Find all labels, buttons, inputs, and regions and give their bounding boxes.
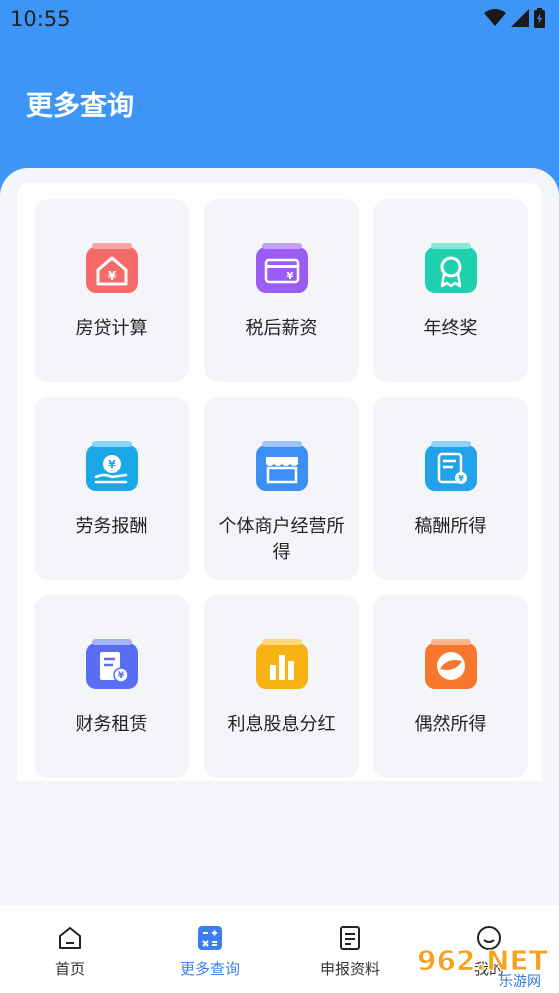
card-label: 劳务报酬 <box>75 516 148 537</box>
watermark-subtext: 乐游网 <box>499 974 541 990</box>
svg-text:¥: ¥ <box>458 474 464 483</box>
document-icon <box>340 926 360 950</box>
document-yuan-icon: ¥ <box>424 441 477 491</box>
svg-text:¥: ¥ <box>117 671 124 681</box>
page-title: 更多查询 <box>26 91 134 122</box>
card-royalty-income[interactable]: ¥ 稿酬所得 <box>373 397 528 580</box>
card-incidental-income[interactable]: 偶然所得 <box>373 595 528 778</box>
nav-item-home[interactable]: 首页 <box>15 905 125 993</box>
status-time: 10:55 <box>10 7 71 31</box>
nav-label: 首页 <box>54 960 85 978</box>
card-year-end-bonus[interactable]: 年终奖 <box>373 199 528 382</box>
card-labor-remuneration[interactable]: ¥ 劳务报酬 <box>34 397 189 580</box>
card-after-tax-salary[interactable]: ¥ 税后薪资 <box>204 199 359 382</box>
card-label: 税后薪资 <box>245 318 318 339</box>
svg-text:¥: ¥ <box>286 271 293 282</box>
hand-coin-icon: ¥ <box>85 441 138 491</box>
card-label: 偶然所得 <box>414 714 487 735</box>
card-label: 个体商户经营所得 <box>218 516 345 563</box>
card-label: 稿酬所得 <box>414 516 487 537</box>
award-badge-icon <box>424 243 477 293</box>
card-individual-business-income[interactable]: 个体商户经营所得 <box>204 397 359 580</box>
nav-item-filing-materials[interactable]: 申报资料 <box>295 905 405 993</box>
card-label: 财务租赁 <box>75 714 148 735</box>
status-bar: 10:55 <box>0 0 559 40</box>
nav-label: 申报资料 <box>319 960 380 978</box>
card-label: 房贷计算 <box>75 318 148 339</box>
store-icon <box>255 441 308 491</box>
bar-chart-icon <box>255 639 308 689</box>
watermark-text: 962.NET <box>417 944 548 977</box>
receipt-yuan-icon: ¥ <box>85 639 138 689</box>
card-interest-dividend[interactable]: 利息股息分红 <box>204 595 359 778</box>
svg-text:¥: ¥ <box>108 458 116 471</box>
nav-label: 更多查询 <box>179 960 240 978</box>
circle-swoosh-icon <box>424 639 477 689</box>
status-icons <box>484 8 545 28</box>
tool-grid: ¥ 房贷计算 ¥ 税后薪资 年终奖 ¥ 劳务报酬 个体商户经营所得 ¥ 稿酬所得… <box>34 199 528 779</box>
nav-item-more-queries[interactable]: 更多查询 <box>155 905 265 993</box>
card-yuan-icon: ¥ <box>255 243 308 293</box>
battery-icon <box>534 8 545 28</box>
watermark-logo: 962.NET 乐游网 <box>417 944 549 991</box>
card-label: 年终奖 <box>423 318 478 339</box>
home-icon <box>59 927 81 949</box>
house-yuan-icon: ¥ <box>85 243 138 293</box>
signal-icon <box>511 9 529 27</box>
calculator-icon <box>198 926 222 950</box>
card-label: 利息股息分红 <box>227 714 336 735</box>
card-mortgage-calculator[interactable]: ¥ 房贷计算 <box>34 199 189 382</box>
svg-text:¥: ¥ <box>107 269 116 283</box>
wifi-icon <box>484 9 506 26</box>
card-financial-leasing[interactable]: ¥ 财务租赁 <box>34 595 189 778</box>
